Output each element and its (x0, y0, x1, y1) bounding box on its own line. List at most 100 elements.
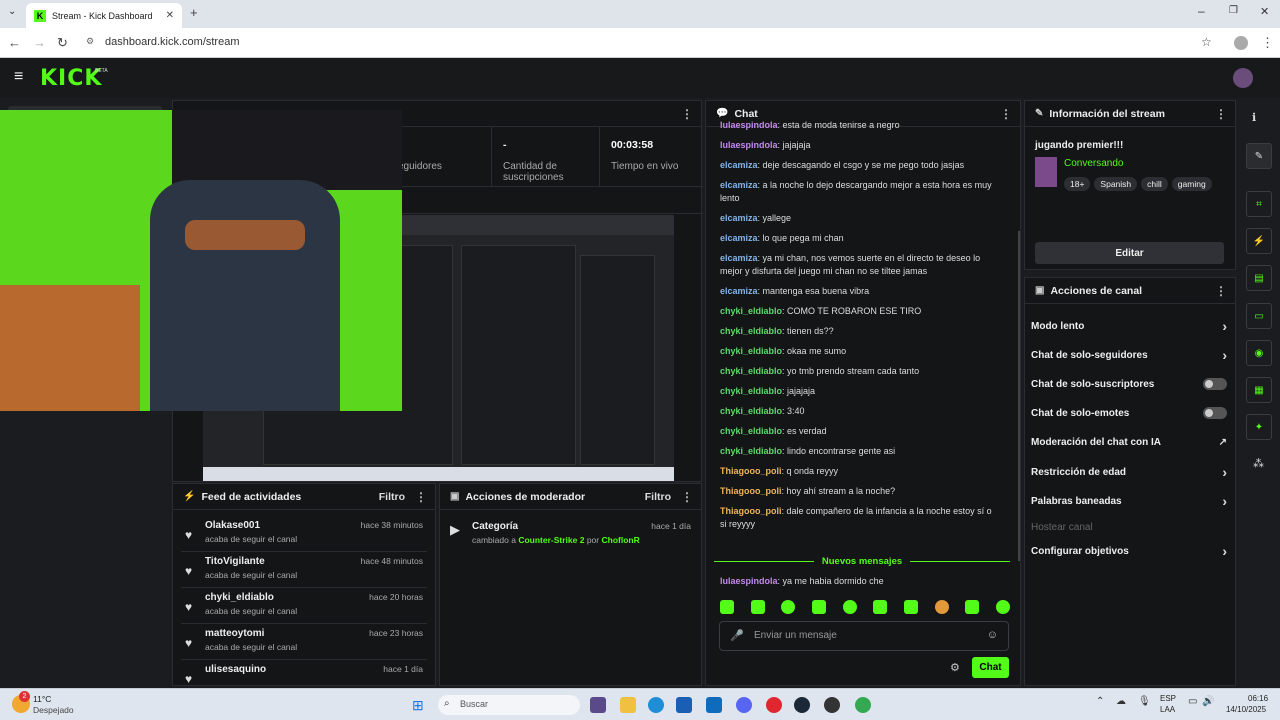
emote-icon[interactable] (995, 600, 1010, 614)
chat-rail-icon[interactable]: ▭ (1246, 303, 1272, 329)
broadcast-rail-icon[interactable]: ◉ (1246, 340, 1272, 366)
edit-stream-button[interactable]: Editar (1035, 242, 1224, 264)
close-tab-icon[interactable]: ✕ (166, 10, 174, 21)
forward-icon[interactable]: → (33, 35, 46, 50)
emote-icon[interactable] (781, 600, 796, 614)
emote-icon[interactable] (934, 600, 949, 614)
chat-username[interactable]: chyki_eldiablo (720, 306, 782, 316)
emote-icon[interactable] (811, 600, 826, 614)
channel-action-item[interactable]: Palabras baneadas › (1031, 491, 1227, 511)
chat-username[interactable]: lulaespindola (720, 140, 778, 150)
emote-icon[interactable] (750, 600, 765, 614)
clock-time[interactable]: 06:16 (1248, 694, 1268, 703)
toggle-switch[interactable] (1203, 378, 1227, 390)
lightning-rail-icon[interactable]: ⚡ (1246, 228, 1272, 254)
browser-tab[interactable]: K Stream - Kick Dashboard ✕ (26, 3, 182, 28)
channel-action-item[interactable]: Moderación del chat con IA ↗ (1031, 432, 1227, 452)
feed-username[interactable]: matteoytomi (205, 628, 264, 639)
feed-menu-icon[interactable]: ⋮ (415, 490, 427, 504)
feed-username[interactable]: chyki_eldiablo (205, 592, 274, 603)
steam-icon[interactable] (794, 697, 810, 713)
profile-avatar-icon[interactable] (1234, 36, 1248, 50)
emote-icon[interactable] (873, 600, 888, 614)
chat-username[interactable]: elcamiza (720, 160, 758, 170)
kick-logo[interactable]: KICK (40, 66, 102, 91)
preview-menu-icon[interactable]: ⋮ (681, 107, 693, 121)
edit-rail-icon[interactable]: ✎ (1246, 143, 1272, 169)
chat-username[interactable]: lulaespindola (720, 576, 778, 586)
browser-menu-icon[interactable]: ⋮ (1261, 35, 1274, 51)
emoji-icon[interactable]: ☺ (987, 629, 998, 641)
chat-settings-gear-icon[interactable]: ⚙ (950, 661, 960, 674)
channel-action-item[interactable]: Configurar objetivos › (1031, 541, 1227, 561)
back-icon[interactable]: ← (8, 35, 21, 50)
volume-icon[interactable]: 🔊 (1202, 696, 1214, 707)
chat-scrollbar[interactable] (1018, 231, 1020, 561)
chat-input-placeholder[interactable]: Enviar un mensaje (754, 630, 837, 641)
mod-rail-icon[interactable]: ▦ (1246, 377, 1272, 403)
mod-user-link[interactable]: ChoflonR (602, 535, 640, 545)
chat-username[interactable]: chyki_eldiablo (720, 326, 782, 336)
site-info-icon[interactable]: ⚙ (86, 36, 94, 47)
chat-username[interactable]: chyki_eldiablo (720, 406, 782, 416)
minimize-icon[interactable]: – (1198, 4, 1205, 18)
mic-tray-icon[interactable]: 🎙 (1138, 696, 1151, 707)
hamburger-menu-icon[interactable]: ≡ (14, 68, 23, 86)
new-tab-icon[interactable]: + (190, 5, 198, 20)
chat-username[interactable]: lulaespindola (720, 120, 778, 130)
chat-username[interactable]: elcamiza (720, 253, 758, 263)
onedrive-icon[interactable]: ☁ (1116, 696, 1126, 707)
bookmark-star-icon[interactable]: ☆ (1201, 35, 1212, 49)
weather-temp[interactable]: 11°C (33, 694, 51, 704)
chrome-icon[interactable] (855, 697, 871, 713)
network-icon[interactable]: ▭ (1188, 696, 1197, 707)
document-rail-icon[interactable]: ▤ (1246, 265, 1272, 291)
chat-username[interactable]: Thiagooo_poli (720, 486, 782, 496)
user-avatar[interactable] (1233, 68, 1253, 88)
windows-start-icon[interactable]: ⊞ (412, 697, 424, 714)
emote-icon[interactable] (720, 600, 734, 614)
chat-username[interactable]: Thiagooo_poli (720, 506, 782, 516)
outlook-icon[interactable] (706, 697, 722, 713)
clock-date[interactable]: 14/10/2025 (1226, 705, 1266, 714)
channel-action-item[interactable]: Hostear canal (1031, 517, 1227, 537)
feed-username[interactable]: ulisesaquino (205, 664, 266, 675)
url-text[interactable]: dashboard.kick.com/stream (105, 36, 240, 48)
emote-icon[interactable] (842, 600, 857, 614)
opera-icon[interactable] (766, 697, 782, 713)
taskbar-search[interactable]: ⌕ Buscar (438, 695, 580, 715)
file-explorer-icon[interactable] (620, 697, 636, 713)
channel-actions-menu-icon[interactable]: ⋮ (1215, 284, 1227, 298)
reload-icon[interactable]: ↻ (57, 35, 68, 51)
discord-icon[interactable] (736, 697, 752, 713)
channel-action-item[interactable]: Chat de solo-seguidores › (1031, 345, 1227, 365)
channel-action-item[interactable]: Chat de solo-suscriptores (1031, 374, 1227, 394)
stream-tag[interactable]: chill (1141, 177, 1168, 191)
lang-code[interactable]: ESP (1160, 694, 1176, 703)
chat-username[interactable]: chyki_eldiablo (720, 346, 782, 356)
stream-tag[interactable]: gaming (1171, 177, 1212, 191)
feed-username[interactable]: TitoVigilante (205, 556, 265, 567)
channel-action-item[interactable]: Restricción de edad › (1031, 462, 1227, 482)
chat-username[interactable]: elcamiza (720, 233, 758, 243)
mod-menu-icon[interactable]: ⋮ (681, 490, 693, 504)
wrench-rail-icon[interactable]: ✦ (1246, 414, 1272, 440)
mod-filter-button[interactable]: Filtro (645, 491, 671, 503)
chat-username[interactable]: chyki_eldiablo (720, 386, 782, 396)
stream-tag[interactable]: Spanish (1094, 177, 1138, 191)
add-widget-icon[interactable]: ⁂ (1253, 457, 1264, 470)
clip-rail-icon[interactable]: ⌗ (1246, 191, 1272, 217)
chat-username[interactable]: chyki_eldiablo (720, 446, 782, 456)
feed-username[interactable]: Olakase001 (205, 520, 260, 531)
mod-category-link[interactable]: Counter-Strike 2 (518, 535, 584, 545)
obs-icon[interactable] (824, 697, 840, 713)
chat-username[interactable]: elcamiza (720, 213, 758, 223)
stream-tag[interactable]: 18+ (1064, 177, 1091, 191)
weather-desc[interactable]: Despejado (33, 705, 74, 715)
edge-icon[interactable] (648, 697, 664, 713)
toggle-switch[interactable] (1203, 407, 1227, 419)
chat-username[interactable]: Thiagooo_poli (720, 466, 782, 476)
lang-layout[interactable]: LAA (1160, 705, 1175, 714)
app-icon[interactable] (590, 697, 606, 713)
tab-list-icon[interactable]: ⌄ (8, 6, 16, 17)
